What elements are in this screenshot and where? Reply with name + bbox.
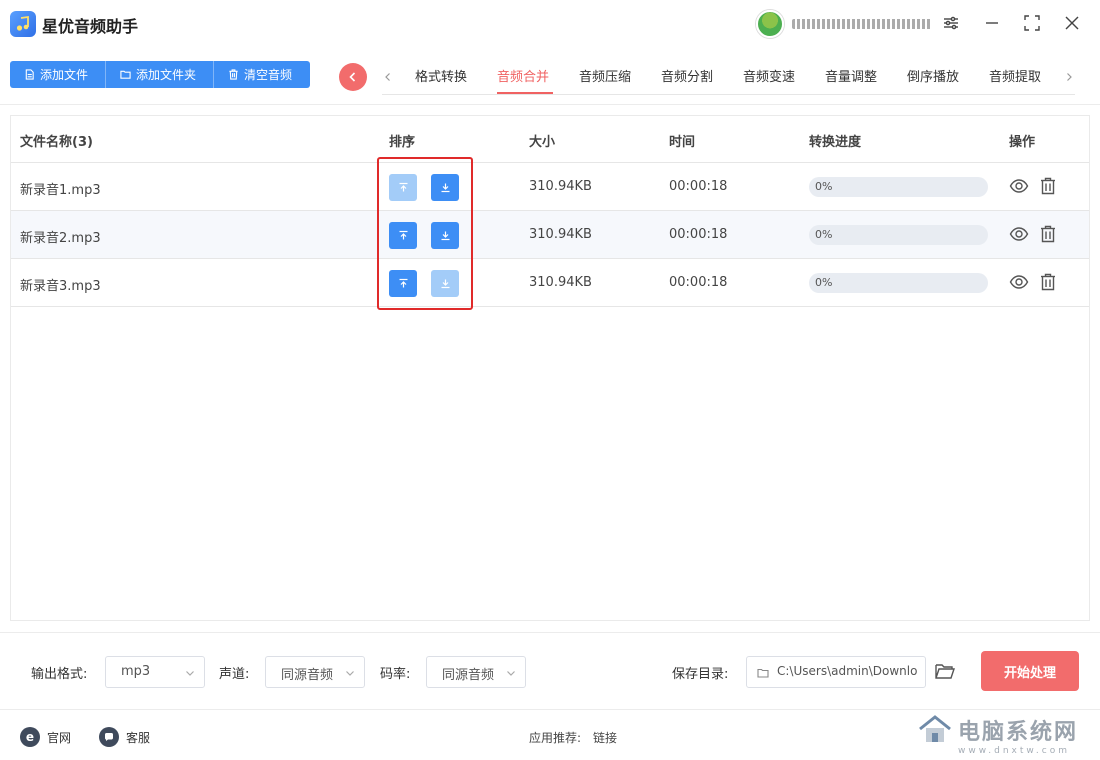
format-select[interactable]: mp3 [105,656,205,688]
header-sort: 排序 [389,135,416,150]
customer-service-link[interactable]: 客服 [99,727,150,747]
trash-icon [229,69,238,80]
file-size: 310.94KB [529,179,592,194]
table-row[interactable]: 新录音1.mp3 310.94KB 00:00:18 0% [11,163,1089,211]
clear-audio-button[interactable]: 清空音频 [214,61,310,88]
preview-eye-icon[interactable] [1008,223,1030,245]
bitrate-label: 码率: [380,667,411,682]
delete-trash-icon[interactable] [1037,223,1059,245]
active-tab-indicator [497,92,553,94]
file-table: 文件名称(3) 排序 大小 时间 转换进度 操作 新录音1.mp3 310.94… [10,115,1090,621]
add-file-label: 添加文件 [40,68,89,82]
header-name: 文件名称(3) [20,135,93,150]
app-title: 星优音频助手 [42,17,139,36]
header-progress: 转换进度 [809,135,862,150]
folder-icon [757,668,769,678]
file-icon [25,69,34,80]
user-area[interactable] [756,10,932,38]
header-size: 大小 [529,135,556,150]
file-size: 310.94KB [529,227,592,242]
chevron-down-icon [186,671,194,676]
file-duration: 00:00:18 [669,275,728,290]
tab-audio-merge[interactable]: 音频合并 [497,66,549,85]
tab-volume-adjust[interactable]: 音量调整 [825,66,877,85]
official-site-label: 官网 [47,730,72,745]
function-tabs: 格式转换 音频合并 音频压缩 音频分割 音频变速 音量调整 倒序播放 音频提取 [382,62,1075,95]
file-toolbar: 添加文件 添加文件夹 清空音频 [10,61,310,88]
official-site-link[interactable]: e 官网 [20,727,71,747]
progress-label: 0% [815,276,833,289]
tab-audio-extract[interactable]: 音频提取 [989,66,1041,85]
output-settings: 输出格式: mp3 声道: 同源音频 码率: 同源音频 保存目录: C:\Use… [0,632,1100,710]
file-name: 新录音2.mp3 [20,231,101,246]
site-watermark: 电脑系统网 www.dnxtw.com [918,714,1078,756]
header-ops: 操作 [1009,135,1036,150]
app-recommend-label: 应用推荐: [529,731,582,745]
format-value: mp3 [121,664,151,679]
settings-icon[interactable] [940,12,962,34]
watermark-title: 电脑系统网 [958,719,1079,745]
delete-trash-icon[interactable] [1037,271,1059,293]
format-label: 输出格式: [31,667,88,682]
browser-e-icon: e [20,727,40,747]
tab-audio-speed[interactable]: 音频变速 [743,66,795,85]
customer-service-label: 客服 [126,730,151,745]
folder-icon [120,70,131,79]
add-folder-label: 添加文件夹 [136,68,197,82]
save-dir-input[interactable]: C:\Users\admin\Downlo [746,656,926,688]
bitrate-select[interactable]: 同源音频 [426,656,526,688]
watermark-text: 电脑系统网 www.dnxtw.com [958,714,1078,756]
app-recommend-link[interactable]: 链接 [593,729,617,746]
chevron-down-icon [346,671,354,676]
file-size: 310.94KB [529,275,592,290]
collapse-button[interactable] [339,63,367,91]
chevron-left-icon [349,72,356,82]
open-folder-icon[interactable] [934,660,956,682]
preview-eye-icon[interactable] [1008,175,1030,197]
tab-audio-compress[interactable]: 音频压缩 [579,66,631,85]
chat-bubble-icon [99,727,119,747]
app-logo-icon [10,11,36,37]
file-duration: 00:00:18 [669,227,728,242]
progress-bar: 0% [809,225,988,245]
progress-bar: 0% [809,177,988,197]
maximize-icon[interactable] [1021,12,1043,34]
watermark-url: www.dnxtw.com [958,746,1071,756]
file-duration: 00:00:18 [669,179,728,194]
add-folder-button[interactable]: 添加文件夹 [106,61,214,88]
file-name: 新录音1.mp3 [20,183,101,198]
house-logo-icon [919,715,951,742]
tab-format-convert[interactable]: 格式转换 [415,66,467,85]
progress-label: 0% [815,180,833,193]
table-row[interactable]: 新录音2.mp3 310.94KB 00:00:18 0% [11,211,1089,259]
table-row[interactable]: 新录音3.mp3 310.94KB 00:00:18 0% [11,259,1089,307]
sort-highlight-box [377,157,473,310]
add-file-button[interactable]: 添加文件 [10,61,106,88]
title-bar: 星优音频助手 [0,0,1100,48]
channel-label: 声道: [219,667,250,682]
table-header: 文件名称(3) 排序 大小 时间 转换进度 操作 [11,116,1089,163]
divider [0,104,1100,105]
preview-eye-icon[interactable] [1008,271,1030,293]
save-dir-value: C:\Users\admin\Downlo [777,664,918,678]
clear-audio-label: 清空音频 [244,68,293,82]
avatar[interactable] [756,10,784,38]
close-icon[interactable] [1061,12,1083,34]
tab-reverse-play[interactable]: 倒序播放 [907,66,959,85]
save-dir-label: 保存目录: [672,667,729,682]
start-process-button[interactable]: 开始处理 [981,651,1079,691]
progress-label: 0% [815,228,833,241]
file-name: 新录音3.mp3 [20,279,101,294]
bitrate-value: 同源音频 [442,668,495,683]
tab-audio-split[interactable]: 音频分割 [661,66,713,85]
channel-value: 同源音频 [281,668,334,683]
tabs-next-icon[interactable] [1062,68,1076,86]
delete-trash-icon[interactable] [1037,175,1059,197]
progress-bar: 0% [809,273,988,293]
chevron-down-icon [507,671,515,676]
header-time: 时间 [669,135,696,150]
user-name [792,19,932,29]
channel-select[interactable]: 同源音频 [265,656,365,688]
minimize-icon[interactable] [981,12,1003,34]
